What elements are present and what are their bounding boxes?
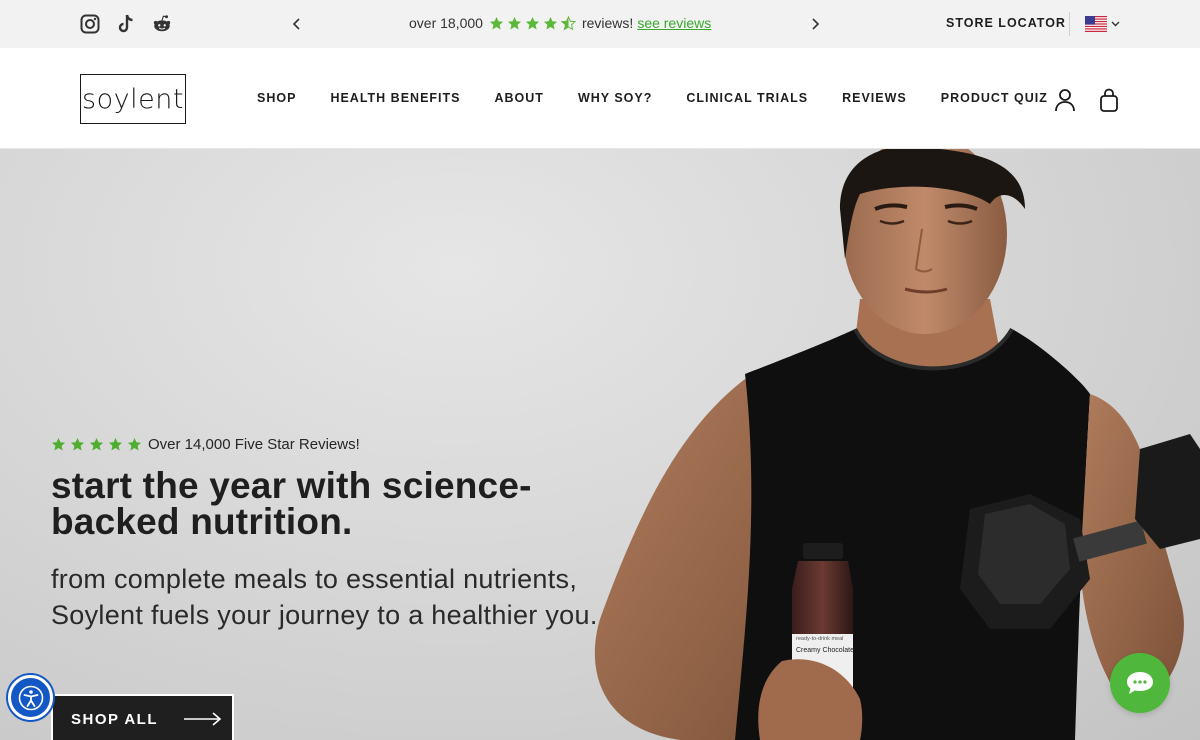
hero-subtitle: from complete meals to essential nutrien… bbox=[51, 564, 598, 630]
star-icon bbox=[543, 16, 558, 29]
site-header: soylent SHOP HEALTH BENEFITS ABOUT WHY S… bbox=[0, 48, 1200, 149]
chat-icon bbox=[1127, 672, 1153, 694]
chevron-down-icon bbox=[1111, 21, 1120, 27]
nav-item-reviews[interactable]: REVIEWS bbox=[842, 91, 907, 105]
hero-rating-text: Over 14,000 Five Star Reviews! bbox=[148, 436, 360, 453]
star-icon bbox=[489, 16, 504, 29]
star-icon bbox=[70, 437, 85, 451]
hero-rating: Over 14,000 Five Star Reviews! bbox=[51, 436, 360, 453]
reddit-icon[interactable] bbox=[152, 13, 172, 35]
social-links bbox=[80, 13, 172, 35]
promo-next-button[interactable] bbox=[805, 14, 825, 34]
tiktok-icon[interactable] bbox=[116, 13, 136, 35]
nav-item-product-quiz[interactable]: PRODUCT QUIZ bbox=[941, 91, 1048, 105]
star-icon bbox=[507, 16, 522, 29]
half-star-icon bbox=[560, 15, 576, 30]
star-icon bbox=[127, 437, 142, 451]
chat-widget-button[interactable] bbox=[1110, 653, 1170, 713]
arrow-right-icon bbox=[184, 712, 222, 726]
cart-icon[interactable] bbox=[1099, 88, 1119, 112]
hero-athlete-image: ready-to-drink meal Creamy Chocolate bbox=[594, 149, 1200, 740]
reviews-promo: over 18,000 reviews! see reviews bbox=[409, 15, 711, 31]
nav-item-about[interactable]: ABOUT bbox=[494, 91, 543, 105]
star-icon bbox=[525, 16, 540, 29]
accessibility-button[interactable] bbox=[8, 675, 53, 720]
promo-prefix: over 18,000 bbox=[409, 15, 483, 31]
main-nav: SHOP HEALTH BENEFITS ABOUT WHY SOY? CLIN… bbox=[257, 91, 1048, 105]
hero-star-rating bbox=[51, 437, 142, 452]
divider bbox=[1069, 12, 1070, 36]
nav-item-health-benefits[interactable]: HEALTH BENEFITS bbox=[330, 91, 460, 105]
bottle-small-label: ready-to-drink meal bbox=[796, 636, 843, 642]
promo-star-rating bbox=[489, 15, 576, 31]
shop-all-label: SHOP ALL bbox=[71, 710, 159, 728]
star-icon bbox=[89, 437, 104, 451]
hero-title: start the year with science-backed nutri… bbox=[51, 465, 532, 542]
shop-all-button[interactable]: SHOP ALL bbox=[51, 694, 234, 740]
account-icon[interactable] bbox=[1054, 88, 1076, 112]
nav-item-why-soy[interactable]: WHY SOY? bbox=[578, 91, 652, 105]
chevron-right-icon bbox=[812, 18, 820, 30]
promo-prev-button[interactable] bbox=[287, 14, 307, 34]
country-selector[interactable] bbox=[1085, 16, 1120, 32]
star-icon bbox=[51, 437, 66, 451]
nav-item-shop[interactable]: SHOP bbox=[257, 91, 296, 105]
soylent-logo[interactable]: soylent bbox=[80, 74, 186, 124]
accessibility-icon bbox=[18, 685, 43, 710]
nav-item-clinical-trials[interactable]: CLINICAL TRIALS bbox=[686, 91, 808, 105]
hero-banner: ready-to-drink meal Creamy Chocolate Ove… bbox=[0, 149, 1200, 740]
star-icon bbox=[108, 437, 123, 451]
announcement-bar: over 18,000 reviews! see reviews STORE L… bbox=[0, 0, 1200, 48]
bottle-flavor-label: Creamy Chocolate bbox=[796, 647, 854, 654]
see-reviews-link[interactable]: see reviews bbox=[637, 15, 711, 31]
promo-suffix: reviews! bbox=[581, 15, 634, 31]
us-flag-icon bbox=[1085, 16, 1107, 32]
instagram-icon[interactable] bbox=[80, 13, 100, 35]
chevron-left-icon bbox=[292, 18, 300, 30]
store-locator-link[interactable]: STORE LOCATOR bbox=[946, 16, 1066, 30]
